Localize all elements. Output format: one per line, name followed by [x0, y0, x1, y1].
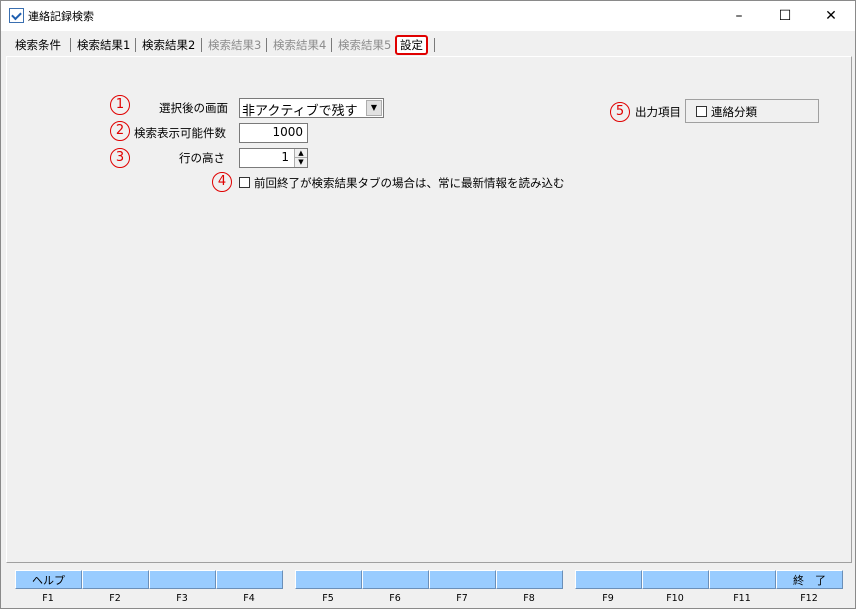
f1-help-button[interactable]: ヘルプ — [15, 570, 82, 589]
tab-results-2[interactable]: 検索結果2 — [142, 35, 195, 55]
title-bar: 連絡記録検索 – ☐ ✕ — [1, 1, 855, 31]
f2-key-label: F2 — [109, 593, 121, 604]
spin-up-icon[interactable]: ▲ — [295, 149, 307, 158]
f7-button[interactable] — [429, 570, 496, 589]
maximize-button[interactable]: ☐ — [762, 1, 808, 31]
chevron-down-icon[interactable]: ▼ — [366, 100, 382, 116]
close-button[interactable]: ✕ — [808, 1, 854, 31]
marker-2-icon: 2 — [110, 121, 130, 141]
tab-results-4[interactable]: 検索結果4 — [273, 35, 326, 55]
f9-button[interactable] — [575, 570, 642, 589]
f10-button[interactable] — [642, 570, 709, 589]
reload-latest-checkbox[interactable] — [239, 177, 250, 188]
tab-separator — [135, 38, 136, 52]
window-title: 連絡記録検索 — [28, 10, 94, 23]
tab-separator — [70, 38, 71, 52]
output-category-label: 連絡分類 — [711, 105, 757, 119]
max-results-input[interactable]: 1000 — [239, 123, 308, 143]
f4-button[interactable] — [216, 570, 283, 589]
tab-separator — [434, 38, 435, 52]
tab-separator — [266, 38, 267, 52]
minimize-button[interactable]: – — [716, 1, 762, 31]
f12-exit-button[interactable]: 終 了 — [776, 570, 843, 589]
tab-search-conditions[interactable]: 検索条件 — [15, 35, 61, 55]
f8-key-label: F8 — [523, 593, 535, 604]
spin-buttons[interactable]: ▲ ▼ — [294, 149, 307, 167]
screen-after-select-dropdown[interactable]: 非アクティブで残す ▼ — [239, 98, 384, 119]
tab-results-5[interactable]: 検索結果5 — [338, 35, 391, 55]
tab-settings[interactable]: 設定 — [395, 35, 428, 55]
spin-down-icon[interactable]: ▼ — [295, 158, 307, 166]
row-height-value: 1 — [281, 150, 289, 164]
f4-key-label: F4 — [243, 593, 255, 604]
marker-4-icon: 4 — [212, 172, 232, 192]
f3-button[interactable] — [149, 570, 216, 589]
f2-button[interactable] — [82, 570, 149, 589]
tab-separator — [331, 38, 332, 52]
reload-latest-label: 前回終了が検索結果タブの場合は、常に最新情報を読み込む — [254, 176, 565, 190]
output-category-checkbox[interactable] — [696, 106, 707, 117]
output-items-box: 連絡分類 — [685, 99, 819, 123]
marker-5-icon: 5 — [610, 102, 630, 122]
f9-key-label: F9 — [602, 593, 614, 604]
fkey-group-2 — [295, 570, 563, 590]
marker-1-icon: 1 — [110, 95, 130, 115]
f7-key-label: F7 — [456, 593, 468, 604]
screen-after-select-label: 選択後の画面 — [159, 101, 228, 115]
f1-key-label: F1 — [42, 593, 54, 604]
row-height-stepper[interactable]: 1 ▲ ▼ — [239, 148, 308, 168]
fkey-group-1: ヘルプ — [15, 570, 283, 590]
f11-button[interactable] — [709, 570, 776, 589]
marker-3-icon: 3 — [110, 148, 130, 168]
tab-strip: 検索条件 検索結果1 検索結果2 検索結果3 検索結果4 検索結果5 設定 — [1, 35, 855, 55]
tab-separator — [201, 38, 202, 52]
app-icon — [9, 8, 24, 23]
output-items-label: 出力項目 — [635, 105, 681, 119]
max-results-label: 検索表示可能件数 — [134, 126, 226, 140]
f11-key-label: F11 — [733, 593, 751, 604]
f6-key-label: F6 — [389, 593, 401, 604]
fkey-group-3: 終 了 — [575, 570, 843, 590]
f12-key-label: F12 — [800, 593, 818, 604]
f10-key-label: F10 — [666, 593, 684, 604]
settings-panel — [6, 56, 852, 563]
app-window: 連絡記録検索 – ☐ ✕ 検索条件 検索結果1 検索結果2 検索結果3 検索結果… — [0, 0, 856, 609]
tab-results-1[interactable]: 検索結果1 — [77, 35, 130, 55]
f6-button[interactable] — [362, 570, 429, 589]
screen-after-select-value: 非アクティブで残す — [242, 104, 358, 119]
row-height-label: 行の高さ — [179, 151, 225, 165]
f5-button[interactable] — [295, 570, 362, 589]
max-results-value: 1000 — [272, 125, 303, 139]
f8-button[interactable] — [496, 570, 563, 589]
f5-key-label: F5 — [322, 593, 334, 604]
tab-results-3[interactable]: 検索結果3 — [208, 35, 261, 55]
f3-key-label: F3 — [176, 593, 188, 604]
